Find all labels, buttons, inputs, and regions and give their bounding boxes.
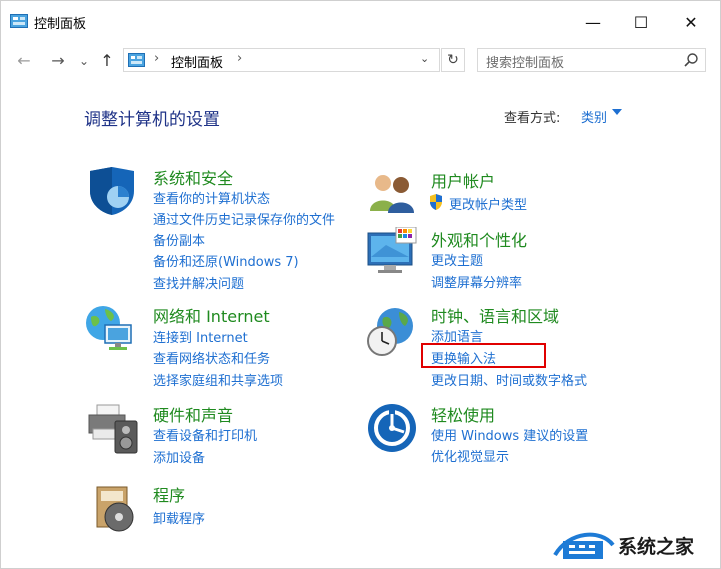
breadcrumb-separator[interactable]: › [237, 51, 242, 66]
link-network-status[interactable]: 查看网络状态和任务 [153, 348, 270, 367]
programs-disc-icon[interactable] [93, 481, 145, 533]
maximize-button[interactable]: ☐ [618, 1, 664, 43]
link-file-history[interactable]: 通过文件历史记录保存你的文件 [153, 209, 335, 228]
control-panel-icon [128, 53, 145, 67]
close-button[interactable]: ✕ [668, 1, 714, 43]
category-appearance[interactable]: 外观和个性化 [431, 227, 527, 251]
back-button[interactable]: ← [13, 51, 35, 71]
link-connect-internet[interactable]: 连接到 Internet [153, 327, 248, 346]
view-by-label: 查看方式: [504, 111, 561, 126]
link-add-device[interactable]: 添加设备 [153, 447, 205, 466]
navigation-bar: ← → ⌄ ↑ › 控制面板 › ⌄ ↻ 搜索控制面板 [1, 43, 720, 79]
link-homegroup-sharing[interactable]: 选择家庭组和共享选项 [153, 370, 283, 389]
clock-globe-icon[interactable] [365, 306, 417, 358]
breadcrumb-control-panel[interactable]: 控制面板 [171, 52, 223, 71]
forward-button[interactable]: → [47, 51, 69, 71]
link-view-computer-status[interactable]: 查看你的计算机状态 [153, 188, 270, 207]
up-button[interactable]: ↑ [96, 51, 118, 71]
page-title: 调整计算机的设置 [84, 110, 220, 130]
link-backup-restore[interactable]: 备份和还原(Windows 7) [153, 251, 299, 270]
network-globe-icon[interactable] [83, 303, 135, 355]
monitor-personalization-icon[interactable] [366, 227, 418, 279]
users-icon[interactable] [366, 167, 418, 219]
category-clock-language-region[interactable]: 时钟、语言和区域 [431, 303, 559, 327]
category-user-accounts[interactable]: 用户帐户 [431, 168, 495, 192]
link-troubleshoot[interactable]: 查找并解决问题 [153, 273, 244, 292]
minimize-button[interactable]: — [570, 1, 616, 43]
search-placeholder: 搜索控制面板 [486, 56, 565, 71]
control-panel-app-icon [10, 14, 28, 28]
category-hardware-sound[interactable]: 硬件和声音 [153, 402, 233, 426]
link-change-account-type[interactable]: 更改帐户类型 [449, 194, 527, 213]
link-change-theme[interactable]: 更改主题 [431, 250, 483, 269]
link-optimize-visual-display[interactable]: 优化视觉显示 [431, 446, 509, 465]
ease-of-access-icon[interactable] [366, 402, 418, 454]
search-input[interactable]: 搜索控制面板 [477, 48, 706, 72]
view-by-arrow-icon[interactable] [612, 109, 622, 115]
link-change-date-time-format[interactable]: 更改日期、时间或数字格式 [431, 370, 587, 389]
uac-shield-icon [430, 194, 442, 210]
category-system-security[interactable]: 系统和安全 [153, 165, 233, 189]
link-devices-printers[interactable]: 查看设备和打印机 [153, 425, 257, 444]
watermark-text: 系统之家 [618, 536, 695, 558]
title-bar: 控制面板 — ☐ ✕ [1, 1, 720, 43]
breadcrumb-separator[interactable]: › [154, 51, 159, 66]
link-backup-copy[interactable]: 备份副本 [153, 230, 205, 249]
address-bar[interactable]: › 控制面板 › ⌄ [123, 48, 440, 72]
category-ease-of-access[interactable]: 轻松使用 [431, 402, 495, 426]
search-icon[interactable] [683, 52, 699, 68]
highlight-box [421, 343, 546, 368]
recent-locations-button[interactable]: ⌄ [73, 51, 95, 71]
view-by-dropdown[interactable]: 类别 [581, 107, 607, 126]
maximize-icon: ☐ [633, 12, 649, 32]
window-title: 控制面板 [34, 17, 87, 32]
link-uninstall-program[interactable]: 卸载程序 [153, 508, 205, 527]
printer-speaker-icon[interactable] [87, 403, 139, 455]
refresh-icon: ↻ [447, 52, 459, 68]
control-panel-window: 控制面板 — ☐ ✕ ← → ⌄ ↑ › 控制面板 › ⌄ ↻ 搜索控制面板 调… [0, 0, 721, 569]
refresh-button[interactable]: ↻ [441, 48, 465, 72]
shield-icon[interactable] [86, 165, 138, 217]
address-dropdown-icon[interactable]: ⌄ [420, 52, 429, 65]
minimize-icon: — [585, 12, 601, 32]
link-screen-resolution[interactable]: 调整屏幕分辨率 [431, 272, 522, 291]
link-windows-recommended-settings[interactable]: 使用 Windows 建议的设置 [431, 425, 588, 444]
category-programs[interactable]: 程序 [153, 482, 185, 506]
close-icon: ✕ [684, 12, 698, 32]
category-network-internet[interactable]: 网络和 Internet [153, 303, 270, 327]
